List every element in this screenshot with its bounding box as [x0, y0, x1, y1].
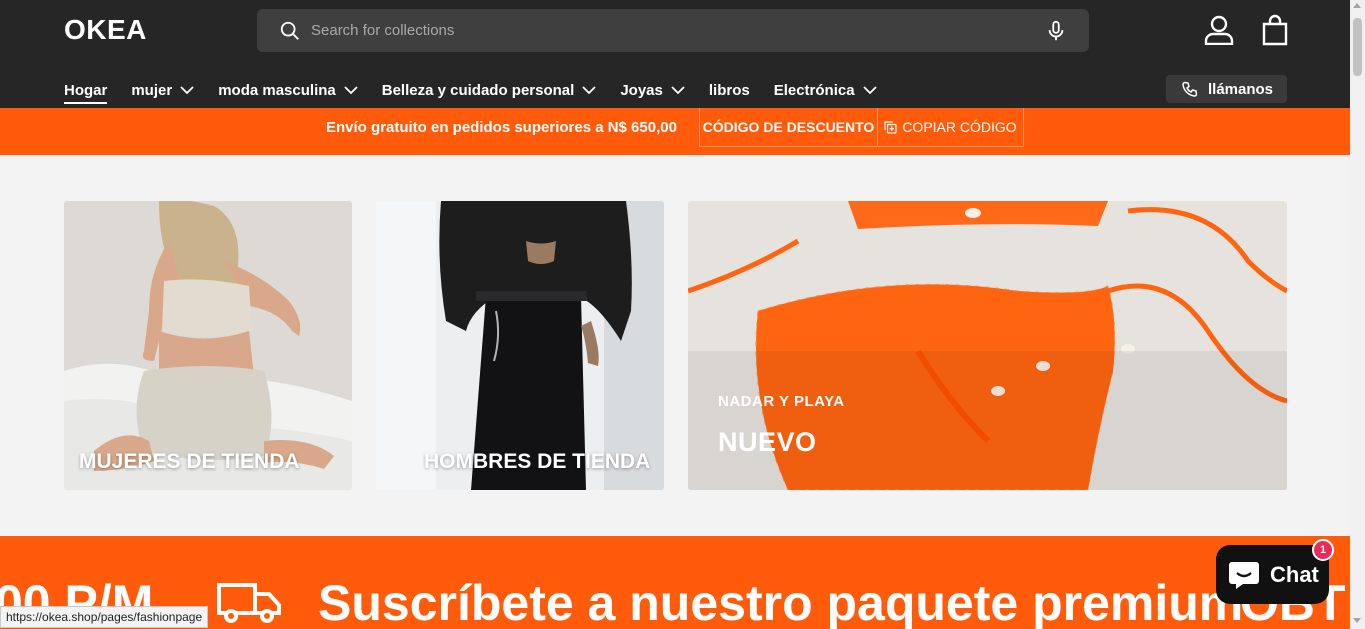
women-model-image — [64, 201, 352, 490]
promo-bar: Envío gratuito en pedidos superiores a N… — [0, 108, 1350, 155]
card-subtitle: NADAR Y PLAYA — [718, 393, 845, 410]
nav-item-belleza[interactable]: Belleza y cuidado personal — [382, 82, 597, 99]
chat-label: Chat — [1270, 561, 1319, 587]
card-title: HOMBRES DE TIENDA — [424, 450, 651, 473]
nav-label: Belleza y cuidado personal — [381, 81, 575, 99]
nav-label: Hogar — [64, 81, 108, 99]
scroll-up-arrow-icon[interactable] — [1353, 3, 1361, 8]
nav-item-moda-masculina[interactable]: moda masculina — [218, 82, 358, 99]
nav-label: libros — [708, 81, 750, 99]
copy-icon — [884, 120, 897, 134]
main-nav: Hogar mujer moda masculina Belleza y cui… — [64, 79, 901, 104]
chat-bubble-icon — [1229, 561, 1259, 589]
nav-label: moda masculina — [218, 81, 336, 99]
delivery-truck-icon — [217, 583, 281, 623]
search-input[interactable] — [311, 9, 1031, 52]
microphone-icon[interactable] — [1047, 20, 1065, 42]
chevron-down-icon — [862, 86, 877, 95]
nav-label: mujer — [131, 81, 173, 99]
discount-code-box: CÓDIGO DE DESCUENTO COPIAR CÓDIGO — [699, 108, 1024, 147]
card-title: MUJERES DE TIENDA — [79, 450, 300, 473]
call-label: llámanos — [1208, 80, 1274, 98]
search-bar[interactable] — [257, 9, 1089, 52]
card-title: NUEVO — [718, 427, 817, 457]
search-icon — [280, 21, 299, 40]
banner-main-text: Suscríbete a nuestro paquete premium — [318, 575, 1244, 629]
chevron-down-icon — [671, 86, 685, 95]
promo-text: Envío gratuito en pedidos superiores a N… — [326, 119, 677, 136]
phone-icon — [1182, 81, 1198, 97]
nav-item-libros[interactable]: libros — [709, 82, 750, 99]
copy-code-button[interactable]: COPIAR CÓDIGO — [878, 108, 1023, 146]
cart-bag-icon[interactable] — [1261, 14, 1289, 46]
nav-item-joyas[interactable]: Joyas — [620, 82, 685, 99]
chevron-down-icon — [582, 86, 596, 95]
chat-notification-badge: 1 — [1312, 539, 1334, 561]
account-icon[interactable] — [1203, 15, 1235, 45]
nav-item-mujer[interactable]: mujer — [131, 82, 194, 99]
scroll-down-arrow-icon[interactable] — [1353, 618, 1361, 623]
scrollbar[interactable] — [1350, 0, 1365, 629]
scrollbar-thumb[interactable] — [1353, 18, 1362, 76]
logo[interactable]: OKEA — [64, 14, 147, 46]
nav-label: Electrónica — [773, 81, 855, 99]
page: OKEA Hogar mujer moda masculina Belleza … — [0, 0, 1350, 629]
copy-code-label: COPIAR CÓDIGO — [902, 119, 1017, 135]
men-model-image — [376, 201, 664, 490]
chevron-down-icon — [344, 86, 358, 95]
discount-code-label: CÓDIGO DE DESCUENTO — [700, 108, 878, 146]
swim-beach-card[interactable]: NADAR Y PLAYA NUEVO — [688, 201, 1287, 490]
shop-women-card[interactable]: MUJERES DE TIENDA — [64, 201, 352, 490]
site-header: OKEA Hogar mujer moda masculina Belleza … — [0, 0, 1350, 108]
shop-men-card[interactable]: HOMBRES DE TIENDA — [376, 201, 664, 490]
chevron-down-icon — [180, 86, 194, 95]
call-button[interactable]: llámanos — [1166, 75, 1287, 103]
status-url: https://okea.shop/pages/fashionpage — [0, 606, 209, 628]
nav-item-hogar[interactable]: Hogar — [64, 81, 108, 104]
nav-label: Joyas — [620, 81, 663, 99]
nav-item-electronica[interactable]: Electrónica — [774, 82, 877, 99]
